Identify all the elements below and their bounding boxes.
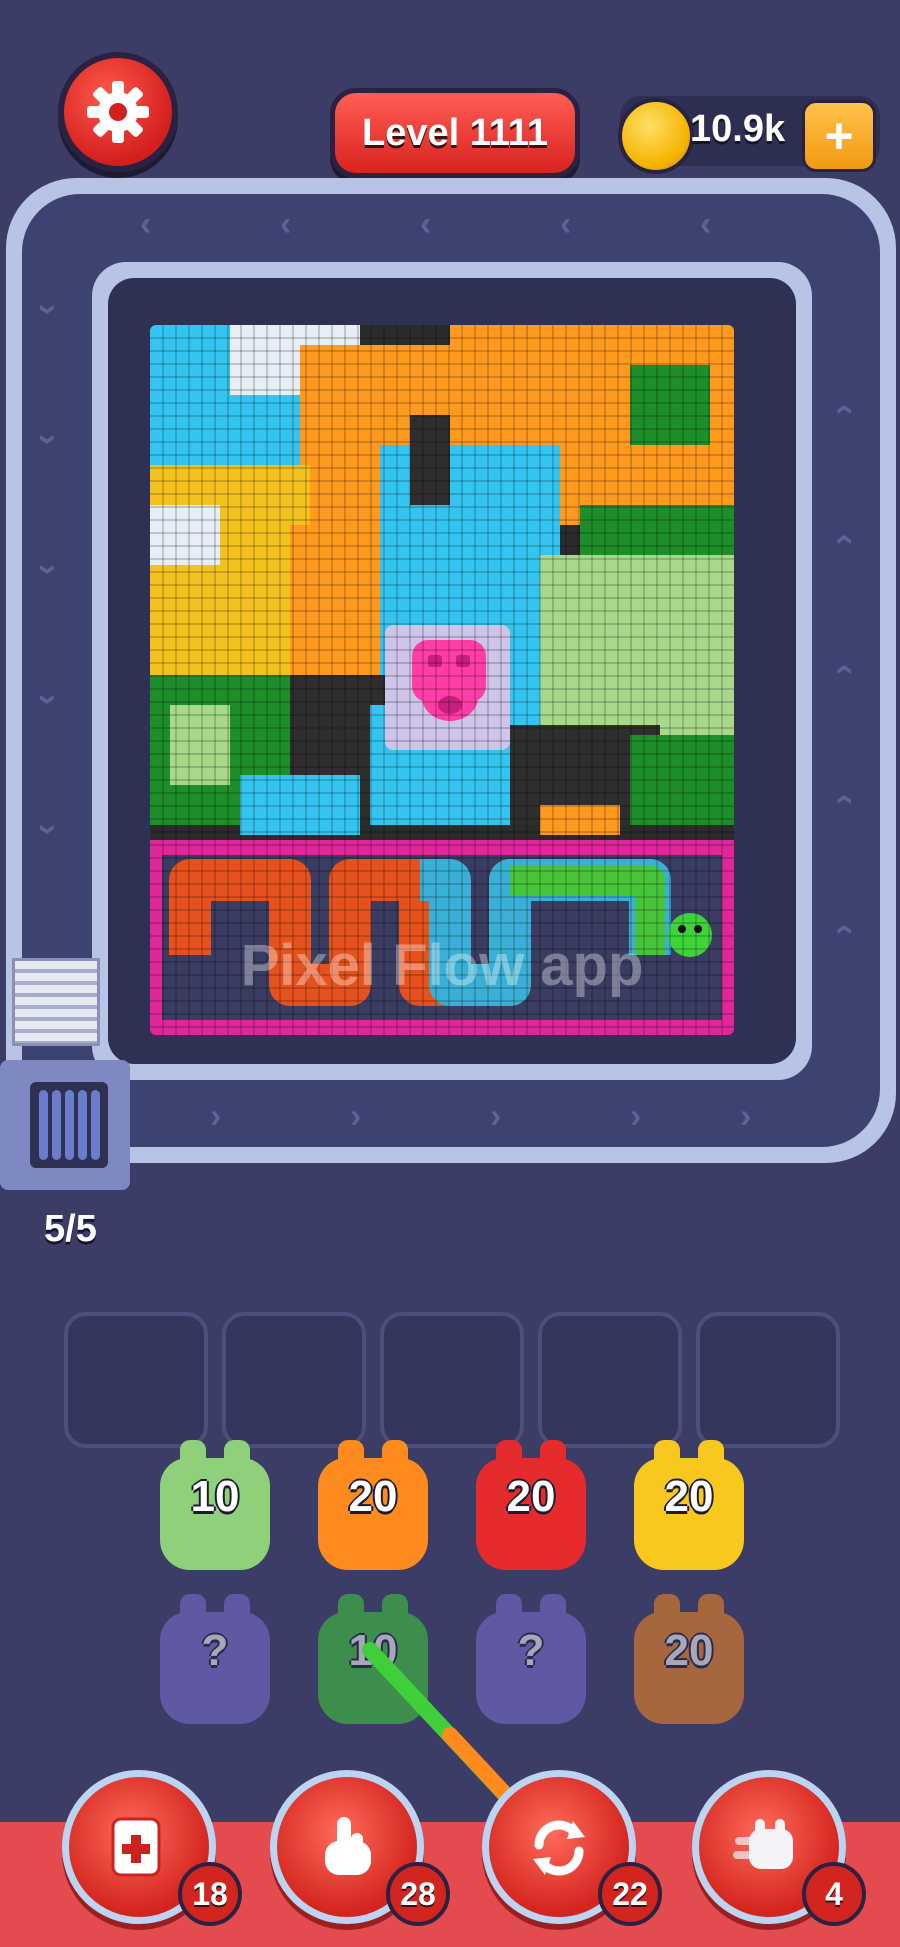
ghost-piece-icon (733, 1819, 793, 1869)
queue-slot[interactable] (696, 1312, 840, 1448)
arrow-right-icon: ‹ (740, 1101, 752, 1139)
hand-pointer-icon (325, 1817, 371, 1875)
arrow-right-icon: ‹ (630, 1101, 642, 1139)
add-slot-icon (111, 1817, 161, 1877)
conveyor-capacity: 5/5 (44, 1208, 97, 1250)
pixel-art-grid: Pixel Flow app (150, 325, 734, 1035)
arrow-down-icon: ‹ (26, 433, 65, 446)
coin-amount: 10.9k (690, 108, 786, 150)
arrow-right-icon: ‹ (490, 1101, 502, 1139)
gear-icon (87, 81, 149, 143)
arrow-up-icon: ‹ (827, 923, 866, 936)
add-slot-count: 18 (178, 1862, 242, 1926)
snake-head (668, 913, 712, 957)
arrow-down-icon: ‹ (26, 693, 65, 706)
piece-yellow-20[interactable]: 20 (634, 1440, 744, 1570)
pixel-board: Pixel Flow app (150, 325, 734, 1035)
arrow-up-icon: ‹ (827, 663, 866, 676)
arrow-right-icon: ‹ (350, 1101, 362, 1139)
piece-green-10[interactable]: 10 (160, 1440, 270, 1570)
arrow-up-icon: ‹ (827, 533, 866, 546)
arrow-down-icon: ‹ (26, 563, 65, 576)
arrow-down-icon: ‹ (26, 303, 65, 316)
arrow-up-icon: ‹ (827, 793, 866, 806)
arrow-up-icon: ‹ (827, 403, 866, 416)
arrow-left-icon: ‹ (420, 205, 432, 243)
belt-entry-stack (12, 958, 100, 1046)
arrow-right-icon: ‹ (210, 1101, 222, 1139)
dispenser-rings (30, 1082, 108, 1168)
piece-red-20[interactable]: 20 (476, 1440, 586, 1570)
arrow-left-icon: ‹ (140, 205, 152, 243)
level-indicator: Level 1111 (330, 88, 580, 178)
level-label: Level 1111 (362, 111, 548, 154)
arrow-down-icon: ‹ (26, 823, 65, 836)
queue-slot[interactable] (222, 1312, 366, 1448)
ghost-piece-count: 4 (802, 1862, 866, 1926)
coin-icon (618, 98, 694, 174)
piece-mystery: ? (160, 1594, 270, 1724)
queue-slot[interactable] (64, 1312, 208, 1448)
hand-count: 28 (386, 1862, 450, 1926)
piece-orange-20[interactable]: 20 (318, 1440, 428, 1570)
shuffle-count: 22 (598, 1862, 662, 1926)
queue-slot[interactable] (538, 1312, 682, 1448)
add-coins-button[interactable]: + (802, 100, 876, 172)
queue-slot[interactable] (380, 1312, 524, 1448)
watermark-text: Pixel Flow app (241, 933, 644, 998)
shuffle-icon (533, 1820, 585, 1876)
arrow-left-icon: ‹ (560, 205, 572, 243)
piece-orange-20: 20 (634, 1594, 744, 1724)
settings-button[interactable] (58, 52, 178, 172)
arrow-left-icon: ‹ (700, 205, 712, 243)
arrow-left-icon: ‹ (280, 205, 292, 243)
